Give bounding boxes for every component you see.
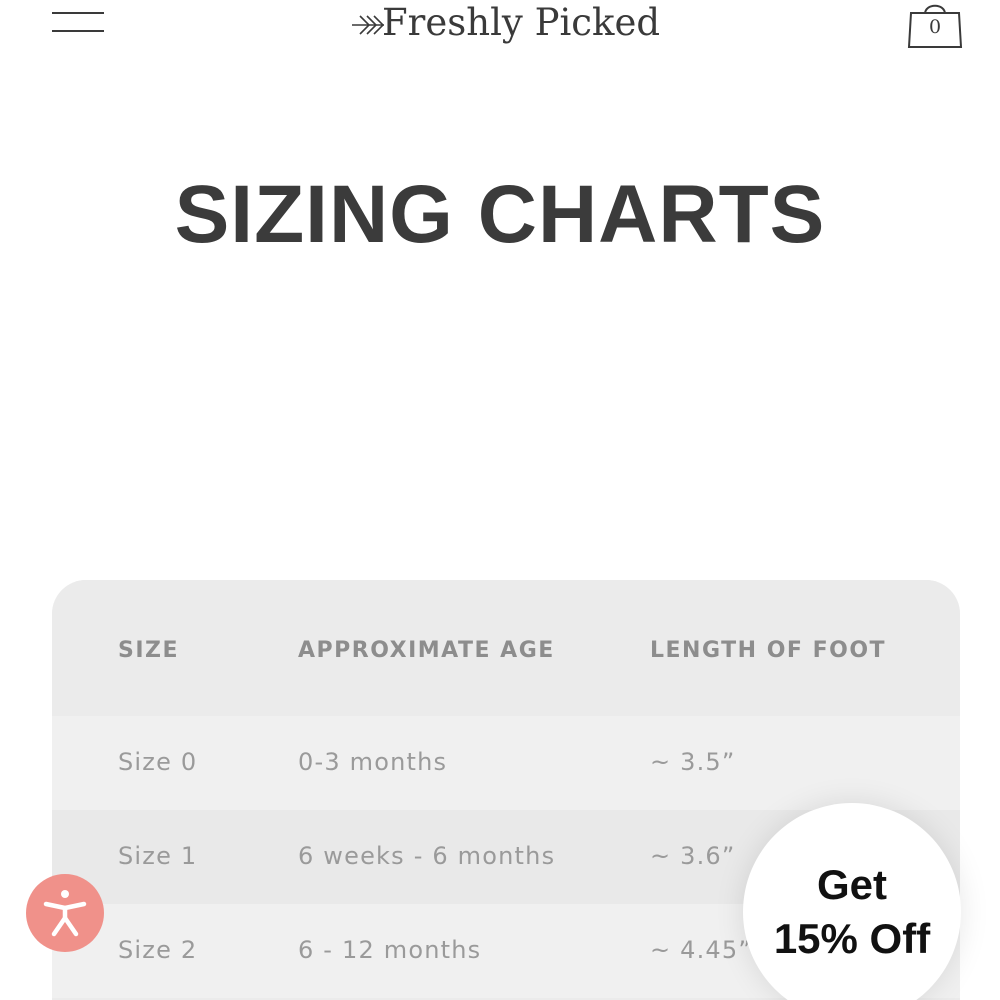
foot-length-cell: ~ 3.6” [650, 842, 736, 870]
brand-logo[interactable]: Freshly Picked [350, 0, 660, 48]
double-arrow-icon [352, 15, 385, 35]
age-cell: 6 - 12 months [298, 936, 482, 964]
age-cell: 0-3 months [298, 748, 448, 776]
page-title: SIZING CHARTS [174, 169, 826, 260]
age-cell: 6 weeks - 6 months [298, 842, 556, 870]
brand-name: Freshly Picked [382, 0, 661, 44]
page: Freshly Picked 0 SIZING CHARTS SIZE APPR… [0, 0, 1000, 1000]
promo-line-1: Get [816, 861, 887, 908]
size-cell: Size 2 [118, 936, 198, 964]
accessibility-button[interactable] [26, 874, 104, 952]
cart-count: 0 [928, 16, 942, 38]
foot-length-cell: ~ 3.5” [650, 748, 736, 776]
cart-button[interactable]: 0 [906, 0, 964, 50]
table-row: Size 0 0-3 months ~ 3.5” [52, 716, 960, 810]
menu-button[interactable] [52, 10, 104, 36]
hamburger-menu-icon-line [52, 30, 104, 32]
column-header-foot-length: LENGTH OF FOOT [650, 638, 887, 663]
table-header: SIZE APPROXIMATE AGE LENGTH OF FOOT [52, 580, 960, 716]
column-header-size: SIZE [118, 638, 180, 663]
size-cell: Size 0 [118, 748, 198, 776]
promo-line-2: 15% Off [773, 915, 931, 962]
hamburger-menu-icon [52, 12, 104, 14]
foot-length-cell: ~ 4.45” [650, 936, 753, 964]
accessibility-person-icon [43, 890, 87, 937]
column-header-age: APPROXIMATE AGE [298, 638, 555, 663]
size-cell: Size 1 [118, 842, 198, 870]
